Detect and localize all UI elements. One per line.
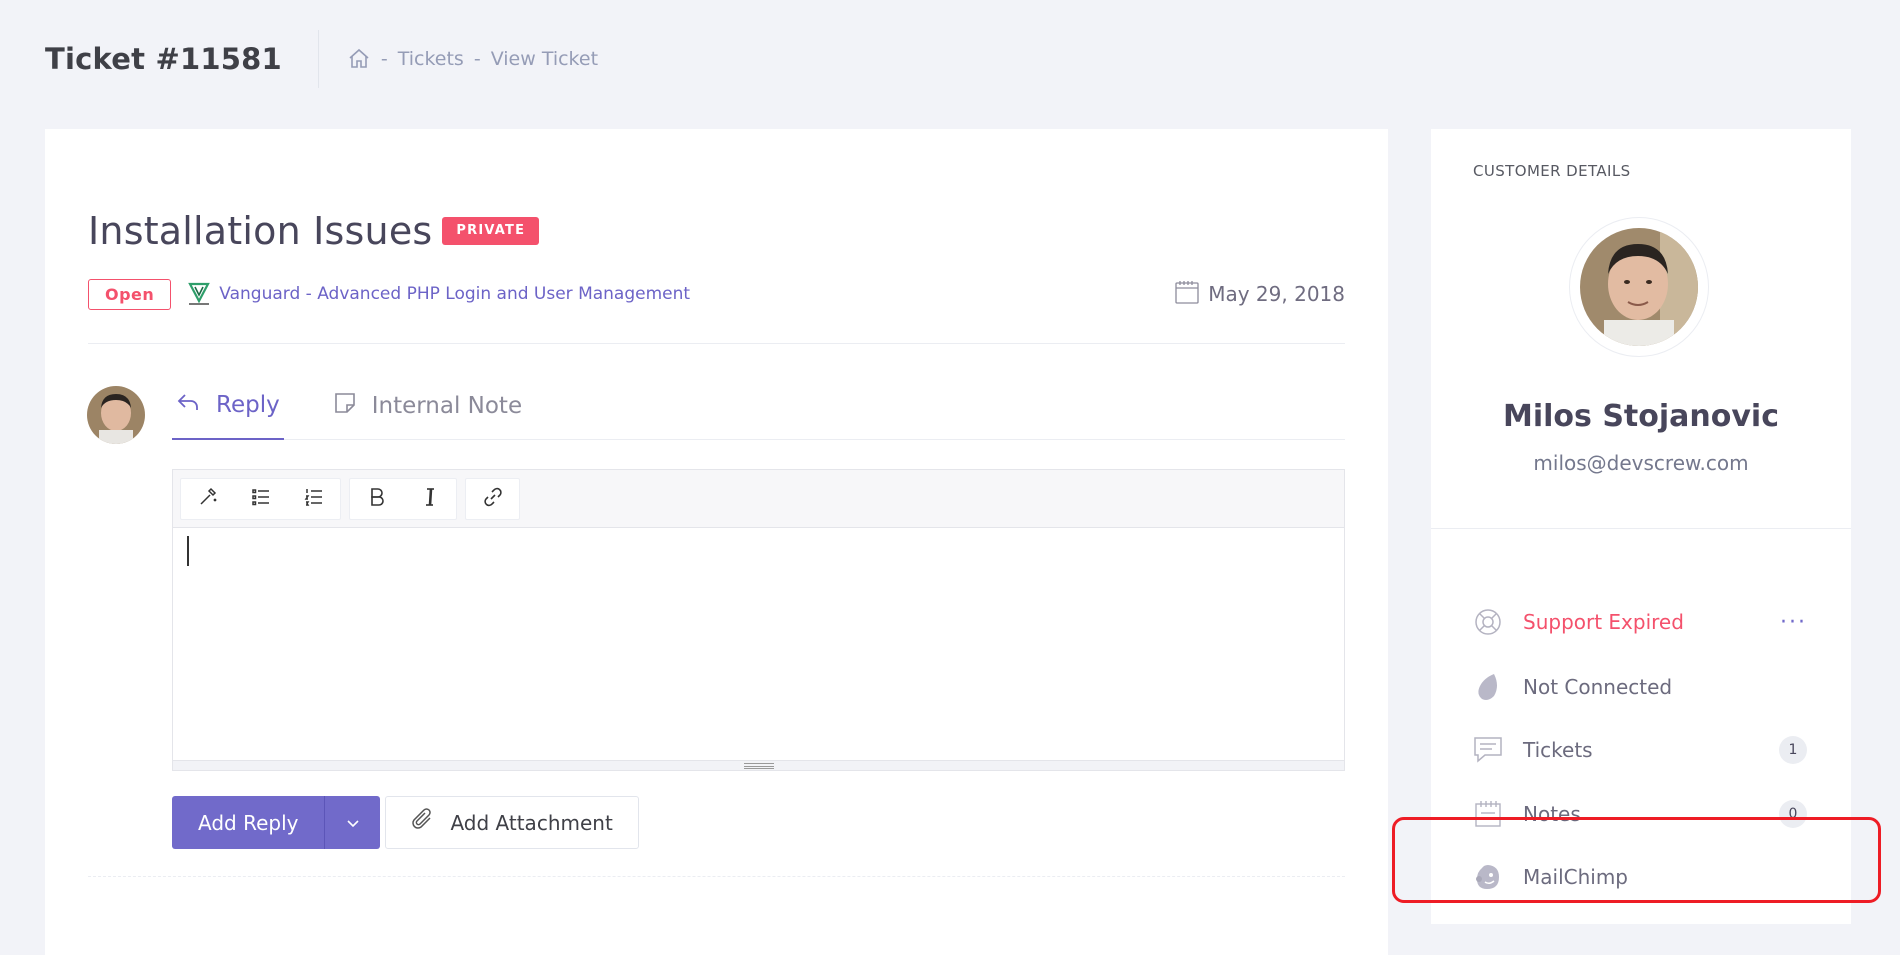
link-icon <box>483 487 503 511</box>
magic-wand-icon <box>198 487 218 511</box>
breadcrumb: - Tickets - View Ticket <box>347 47 598 71</box>
tab-reply[interactable]: Reply <box>172 372 284 440</box>
grip-icon <box>743 762 774 769</box>
private-badge: PRIVATE <box>442 217 540 245</box>
more-options-button[interactable]: ··· <box>1780 610 1807 635</box>
toolbar-group-style <box>180 477 341 520</box>
tickets-count: 1 <box>1779 736 1807 764</box>
link-button[interactable] <box>466 479 519 519</box>
italic-button[interactable] <box>403 479 456 519</box>
editor-resize-handle[interactable] <box>173 760 1344 770</box>
add-reply-dropdown-toggle[interactable] <box>325 796 380 849</box>
add-attachment-button[interactable]: Add Attachment <box>385 796 639 849</box>
customer-item-tickets[interactable]: Tickets 1 <box>1473 730 1807 770</box>
add-attachment-label: Add Attachment <box>450 810 613 835</box>
ordered-list-button[interactable] <box>287 479 340 519</box>
ordered-list-icon <box>304 487 324 511</box>
tickets-label: Tickets <box>1523 738 1593 762</box>
breadcrumb-separator: - <box>380 48 388 70</box>
customer-item-support: Support Expired ··· <box>1473 602 1807 642</box>
page-title: Ticket #11581 <box>45 42 282 76</box>
ticket-date-text: May 29, 2018 <box>1208 282 1345 306</box>
highlight-annotation <box>1392 817 1881 903</box>
avatar <box>87 386 145 444</box>
paperclip-icon <box>410 807 450 838</box>
bold-icon <box>368 487 386 511</box>
toolbar-group-format <box>349 477 457 520</box>
tab-label: Internal Note <box>371 393 523 419</box>
customer-avatar-frame <box>1569 217 1709 357</box>
magic-wand-button[interactable] <box>181 479 234 519</box>
add-reply-button-group: Add Reply <box>172 796 381 849</box>
note-icon <box>334 392 372 420</box>
ticket-card: Installation Issues PRIVATE Open Vanguar… <box>45 129 1388 955</box>
italic-icon <box>421 487 439 511</box>
bold-button[interactable] <box>350 479 403 519</box>
reply-tabs: Reply Internal Note <box>172 372 1345 440</box>
envato-connection-status: Not Connected <box>1523 675 1673 699</box>
calendar-icon <box>1174 279 1208 310</box>
tab-internal-note[interactable]: Internal Note <box>330 372 526 440</box>
reply-actions: Add Reply Add Attachment <box>172 796 639 849</box>
toolbar-group-link <box>465 477 520 520</box>
chevron-down-icon <box>346 813 360 832</box>
ticket-title: Installation Issues <box>88 209 433 253</box>
customer-details-heading: CUSTOMER DETAILS <box>1473 162 1631 180</box>
unordered-list-button[interactable] <box>234 479 287 519</box>
breadcrumb-tickets[interactable]: Tickets <box>398 48 464 70</box>
divider <box>1431 528 1851 529</box>
page-header: Ticket #11581 - Tickets - View Ticket <box>45 30 598 88</box>
editor-toolbar <box>173 470 1344 528</box>
ticket-title-row: Installation Issues PRIVATE <box>88 209 540 253</box>
customer-avatar <box>1580 228 1698 346</box>
envato-icon <box>1473 672 1503 702</box>
header-divider <box>317 30 319 88</box>
tab-label: Reply <box>216 392 280 418</box>
unordered-list-icon <box>251 487 271 511</box>
divider <box>88 343 1345 344</box>
reply-textarea[interactable] <box>173 528 1344 760</box>
lifebuoy-icon <box>1473 607 1503 637</box>
ticket-date: May 29, 2018 <box>1174 279 1345 310</box>
divider <box>88 876 1345 877</box>
breadcrumb-view-ticket[interactable]: View Ticket <box>491 48 598 70</box>
text-caret <box>187 536 189 566</box>
ticket-meta: Open Vanguard - Advanced PHP Login and U… <box>88 277 1345 311</box>
breadcrumb-separator: - <box>473 48 481 70</box>
support-status: Support Expired <box>1523 610 1684 634</box>
product-link[interactable]: Vanguard - Advanced PHP Login and User M… <box>219 284 690 304</box>
chat-icon <box>1473 735 1503 765</box>
reply-icon <box>176 390 216 420</box>
customer-name: Milos Stojanovic <box>1502 399 1779 434</box>
add-reply-button[interactable]: Add Reply <box>172 796 326 849</box>
vanguard-logo-icon <box>185 280 213 308</box>
reply-editor <box>172 469 1345 771</box>
customer-item-envato: Not Connected <box>1473 667 1807 707</box>
customer-email[interactable]: milos@devscrew.com <box>1431 451 1851 475</box>
status-badge: Open <box>88 278 172 310</box>
customer-details-card: CUSTOMER DETAILS Milos Stojanovic milos@… <box>1431 129 1851 924</box>
home-icon[interactable] <box>347 47 371 71</box>
